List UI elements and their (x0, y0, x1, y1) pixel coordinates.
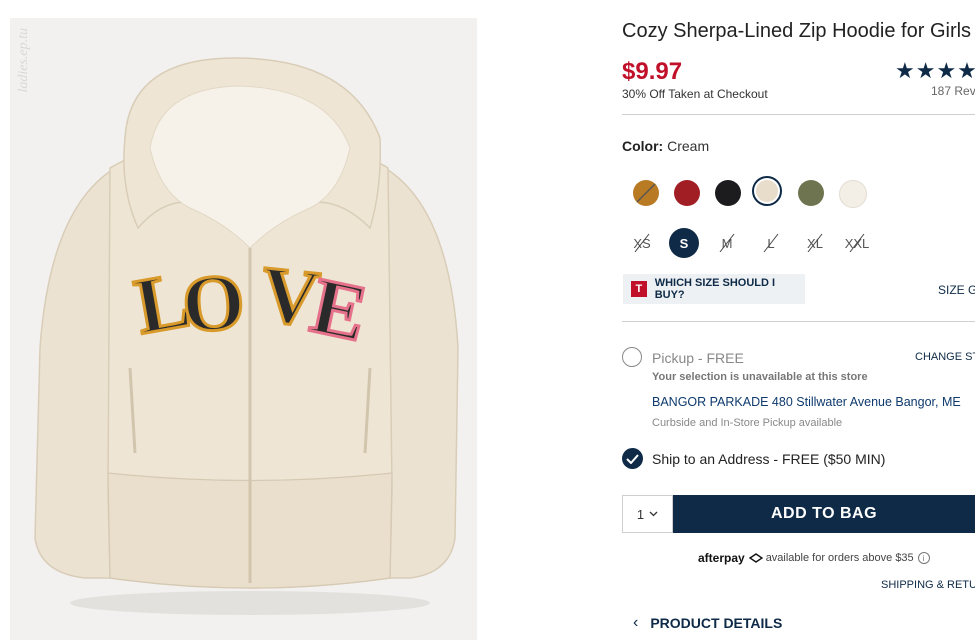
which-size-button[interactable]: T WHICH SIZE SHOULD I BUY? (623, 274, 805, 304)
checkmark-icon (626, 453, 639, 464)
unavailable-slash (807, 233, 823, 253)
which-size-label: WHICH SIZE SHOULD I BUY? (654, 277, 776, 301)
color-label: Color: Cream (622, 138, 709, 154)
unavailable-slash (763, 233, 779, 253)
color-swatch-black[interactable] (715, 180, 741, 206)
product-details-toggle[interactable]: ‹ PRODUCT DETAILS (633, 614, 782, 632)
size-option-xs[interactable]: XS (627, 228, 657, 258)
size-option-l[interactable]: L (756, 228, 786, 258)
quantity-value: 1 (636, 506, 645, 522)
divider (622, 321, 975, 322)
size-option-m[interactable]: M (712, 228, 742, 258)
store-address[interactable]: BANGOR PARKADE 480 Stillwater Avenue Ban… (652, 395, 961, 409)
color-swatch-mustard[interactable] (633, 180, 659, 206)
unavailable-slash (719, 233, 735, 253)
ship-label: Ship to an Address - FREE ($50 MIN) (652, 451, 886, 467)
pickup-radio[interactable] (622, 347, 642, 367)
divider (622, 114, 975, 115)
chevron-down-icon (649, 511, 658, 517)
hoodie-illustration: L O V E (10, 18, 477, 640)
color-swatch-camo[interactable] (798, 180, 824, 206)
size-option-s[interactable]: S (669, 228, 699, 258)
product-details-label: PRODUCT DETAILS (650, 615, 783, 631)
color-swatch-white[interactable] (839, 180, 867, 208)
discount-note: 30% Off Taken at Checkout (622, 87, 768, 101)
rating-stars[interactable]: ★★★★ (895, 58, 975, 84)
add-to-bag-button[interactable]: ADD TO BAG (673, 495, 975, 533)
product-title: Cozy Sherpa-Lined Zip Hoodie for Girls (622, 20, 972, 42)
watermark-text: ladies.ep.tu (16, 28, 31, 93)
unavailable-slash (849, 233, 865, 253)
info-icon[interactable]: i (917, 552, 930, 564)
afterpay-arrows-icon (748, 553, 763, 563)
color-swatch-red-plaid[interactable] (674, 180, 700, 206)
store-unavailable-message: Your selection is unavailable at this st… (652, 371, 868, 383)
afterpay-logo: afterpay (698, 551, 745, 565)
true-fit-icon: T (631, 281, 647, 297)
quantity-select[interactable]: 1 (622, 495, 673, 533)
size-guide-link[interactable]: SIZE GUIDE (938, 283, 975, 297)
unavailable-slash (634, 233, 650, 253)
change-store-link[interactable]: CHANGE STORE (915, 351, 975, 363)
afterpay-text: available for orders above $35 (765, 552, 914, 564)
svg-text:O: O (179, 258, 247, 350)
color-swatch-cream[interactable] (752, 176, 782, 206)
swatch-fill (756, 180, 778, 202)
product-price: $9.97 (622, 58, 683, 85)
color-value: Cream (667, 138, 710, 154)
curbside-note: Curbside and In-Store Pickup available (652, 417, 843, 429)
size-option-xxl[interactable]: XXL (842, 228, 872, 258)
size-option-xl[interactable]: XL (800, 228, 830, 258)
color-label-key: Color: (622, 138, 664, 154)
ship-radio[interactable] (622, 448, 643, 469)
reviews-link[interactable]: 187 Reviews (931, 84, 975, 98)
chevron-left-icon: ‹ (633, 614, 639, 631)
pickup-label: Pickup - FREE (652, 350, 744, 366)
product-image[interactable]: L O V E ladies.ep.tu (10, 18, 477, 640)
size-label: S (679, 235, 689, 251)
shipping-returns-link[interactable]: SHIPPING & RETURNS (881, 579, 975, 591)
afterpay-note: afterpay available for orders above $35 … (698, 551, 930, 565)
